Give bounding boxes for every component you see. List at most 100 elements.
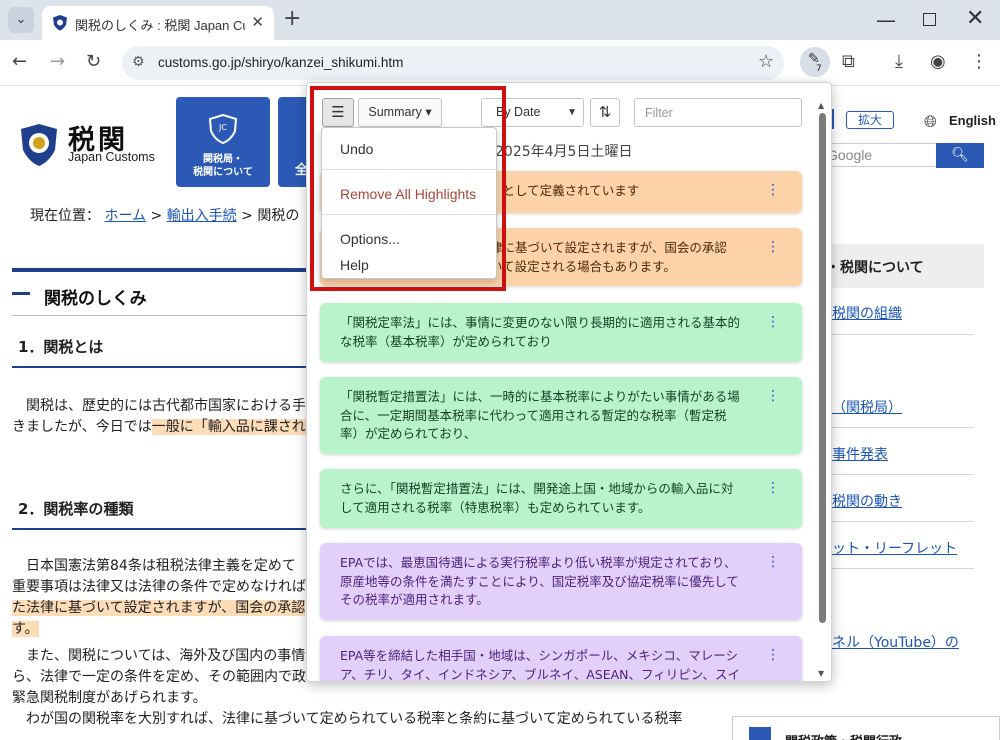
browser-menu-kebab-icon[interactable]: ⋮: [970, 50, 988, 74]
nav-tile-about-customs[interactable]: JC 関税局・ 税関について: [176, 97, 270, 187]
tab-close-icon[interactable]: ✕: [251, 13, 264, 31]
breadcrumb-current: 関税の: [257, 208, 300, 224]
scroll-up-arrow-icon[interactable]: ▲: [818, 101, 824, 110]
search-icon: 🔍︎: [951, 147, 969, 163]
site-info-tune-icon[interactable]: ⚙: [132, 54, 145, 70]
paragraph-line: す。: [12, 619, 312, 640]
card-kebab-menu-icon[interactable]: ⋮: [766, 313, 780, 331]
highlight-card[interactable]: 「関税定率法」には、事情に変更のない限り長期的に適用される基本的 な税率（基本税…: [320, 303, 802, 362]
breadcrumb-separator: >: [146, 208, 167, 224]
new-tab-plus-icon[interactable]: +: [283, 8, 301, 30]
search-button[interactable]: 🔍︎: [936, 143, 984, 168]
browser-toolbar: ← → ↻ ⚙ customs.go.jp/shiryo/kanzei_shik…: [0, 40, 1000, 86]
download-icon[interactable]: ⤓: [895, 50, 903, 74]
scroll-down-arrow-icon[interactable]: ▼: [818, 669, 824, 678]
paragraph-text: わが国の関税率を大別すれば、法律に基づいて定められている税率と条約に基づいて定め…: [26, 711, 683, 727]
customs-badge-icon: JC: [208, 114, 238, 144]
section-heading-1: 1．関税とは: [12, 336, 312, 368]
extensions-puzzle-icon[interactable]: ⧉: [842, 50, 855, 74]
breadcrumb-home-link[interactable]: ホーム: [104, 208, 146, 224]
sidebar-link[interactable]: ネル（YouTube）の: [832, 632, 959, 652]
site-search-input[interactable]: Google: [818, 143, 938, 167]
site-logo-english[interactable]: Japan Customs: [68, 150, 155, 164]
highlighted-text[interactable]: す。: [12, 621, 39, 637]
sidebar-link[interactable]: （関税局）: [832, 397, 902, 417]
highlighted-text[interactable]: 一般に「輸入品に課され: [151, 419, 306, 435]
highlight-card-text: さらに、「関税暫定措置法」には、開発途上国・地域からの輸入品に対 して適用される…: [340, 481, 734, 515]
sidebar-divider: [832, 427, 974, 428]
policy-section-title: 関税政策・税関行政: [785, 731, 902, 740]
tab-title: 関税のしくみ : 税関 Japan Customs: [75, 18, 245, 33]
nav-tile-about-label: 関税局・ 税関について: [193, 154, 253, 178]
english-language-link[interactable]: English: [949, 113, 996, 128]
sidebar-link[interactable]: 税関の動き: [832, 491, 902, 511]
popup-scrollbar[interactable]: ▲ ▼: [817, 101, 827, 679]
text-zoom-button[interactable]: 拡大: [846, 111, 894, 129]
sort-arrows-icon: ⇅: [598, 103, 612, 121]
paragraph-text: 日本国憲法第84条は租税法律主義を定めて: [26, 558, 296, 574]
breadcrumb-prefix: 現在位置：: [30, 208, 100, 224]
paragraph-line: わが国の関税率を大別すれば、法律に基づいて定められている税率と条約に基づいて定め…: [12, 709, 732, 730]
sidebar-divider: [832, 474, 974, 475]
scrollbar-thumb[interactable]: [819, 113, 826, 623]
paragraph-line: 日本国憲法第84条は租税法律主義を定めて: [12, 556, 312, 577]
document-icon: [749, 727, 771, 740]
sidebar-heading: ・税関について: [818, 244, 984, 288]
highlight-card-text: 「関税暫定措置法」には、一時的に基本税率によりがたい事情がある場 合に、一定期間…: [340, 389, 740, 441]
paragraph-line: 関税は、歴史的には古代都市国家における手: [12, 396, 312, 417]
profile-avatar-icon[interactable]: ◉: [930, 50, 946, 74]
highlighted-text[interactable]: た法律に基づいて設定されますが、国会の承認: [12, 600, 306, 616]
sidebar-link[interactable]: ット・リーフレット: [832, 538, 957, 558]
filter-input[interactable]: [634, 98, 802, 127]
back-arrow-icon[interactable]: ←: [12, 50, 27, 74]
paragraph-line: た法律に基づいて設定されますが、国会の承認: [12, 598, 312, 619]
paragraph-line: ら、法律で一定の条件を定め、その範囲内で政令により関税率の変更を行う制度がありま…: [12, 669, 312, 685]
sort-direction-button[interactable]: ⇅: [590, 98, 620, 127]
chevron-down-icon: ▼: [567, 107, 577, 118]
sidebar-link[interactable]: 税関の組織: [832, 303, 902, 323]
bookmark-star-icon[interactable]: ☆: [758, 51, 774, 72]
paragraph-text: 関税は、歴史的には古代都市国家における手: [26, 398, 306, 414]
card-kebab-menu-icon[interactable]: ⋮: [766, 553, 780, 571]
card-kebab-menu-icon[interactable]: ⋮: [766, 181, 780, 199]
reload-icon[interactable]: ↻: [86, 50, 101, 74]
paragraph-line: 重要事項は法律又は法律の条件で定めなければ: [12, 579, 306, 595]
svg-text:JC: JC: [218, 123, 227, 132]
page-title-box: 関税のしくみ: [12, 268, 312, 316]
paragraph-line: 緊急関税制度があげられます。: [12, 690, 207, 706]
highlight-card-text: EPA等を締結した相手国・地域は、シンガポール、メキシコ、マレーシ ア、チリ、タ…: [340, 648, 741, 682]
window-maximize-icon[interactable]: [923, 13, 936, 26]
window-close-icon[interactable]: ✕: [966, 6, 984, 31]
highlight-card-text: EPAでは、最恵国待遇による実行税率より低い税率が規定されており、 原産地等の条…: [340, 555, 739, 607]
tab-strip: ⌄ 関税のしくみ : 税関 Japan Customs ✕ + — ✕: [0, 0, 1000, 40]
tab-search-chevron-down-icon[interactable]: ⌄: [8, 7, 34, 33]
card-kebab-menu-icon[interactable]: ⋮: [766, 479, 780, 497]
page-title: 関税のしくみ: [44, 289, 147, 309]
highlighter-extension-button[interactable]: ✎ 7: [800, 47, 830, 77]
sidebar-divider: [832, 521, 974, 522]
browser-tab[interactable]: 関税のしくみ : 税関 Japan Customs ✕: [42, 6, 274, 40]
card-kebab-menu-icon[interactable]: ⋮: [766, 646, 780, 664]
highlight-card[interactable]: EPA等を締結した相手国・地域は、シンガポール、メキシコ、マレーシ ア、チリ、タ…: [320, 636, 802, 682]
japan-customs-emblem-icon: [21, 124, 57, 166]
customs-shield-favicon-icon: [53, 15, 67, 31]
card-kebab-menu-icon[interactable]: ⋮: [766, 387, 780, 405]
sidebar-link[interactable]: 事件発表: [832, 444, 888, 464]
highlight-card[interactable]: EPAでは、最恵国待遇による実行税率より低い税率が規定されており、 原産地等の条…: [320, 543, 802, 620]
page-title-accent: [12, 292, 30, 295]
paragraph-text: また、関税については、海外及び国内の事情: [26, 648, 306, 664]
url-text[interactable]: customs.go.jp/shiryo/kanzei_shikumi.htm: [158, 55, 403, 70]
window-minimize-icon[interactable]: —: [876, 8, 896, 32]
sidebar-divider: [832, 568, 974, 569]
highlight-card[interactable]: 「関税暫定措置法」には、一時的に基本税率によりがたい事情がある場 合に、一定期間…: [320, 377, 802, 454]
highlight-card[interactable]: さらに、「関税暫定措置法」には、開発途上国・地域からの輸入品に対 して適用される…: [320, 469, 802, 528]
highlight-card-text: 「関税定率法」には、事情に変更のない限り長期的に適用される基本的 な税率（基本税…: [340, 315, 741, 349]
breadcrumb-separator: >: [236, 208, 258, 224]
section-heading-2: 2．関税率の種類: [12, 498, 312, 530]
address-bar[interactable]: ⚙ customs.go.jp/shiryo/kanzei_shikumi.ht…: [122, 46, 784, 80]
globe-icon: 🌐︎: [924, 112, 937, 131]
forward-arrow-icon[interactable]: →: [50, 50, 65, 74]
card-kebab-menu-icon[interactable]: ⋮: [766, 238, 780, 256]
breadcrumb-section-link[interactable]: 輸出入手続: [167, 208, 237, 224]
policy-section-box[interactable]: 関税政策・税関行政: [732, 716, 1000, 740]
